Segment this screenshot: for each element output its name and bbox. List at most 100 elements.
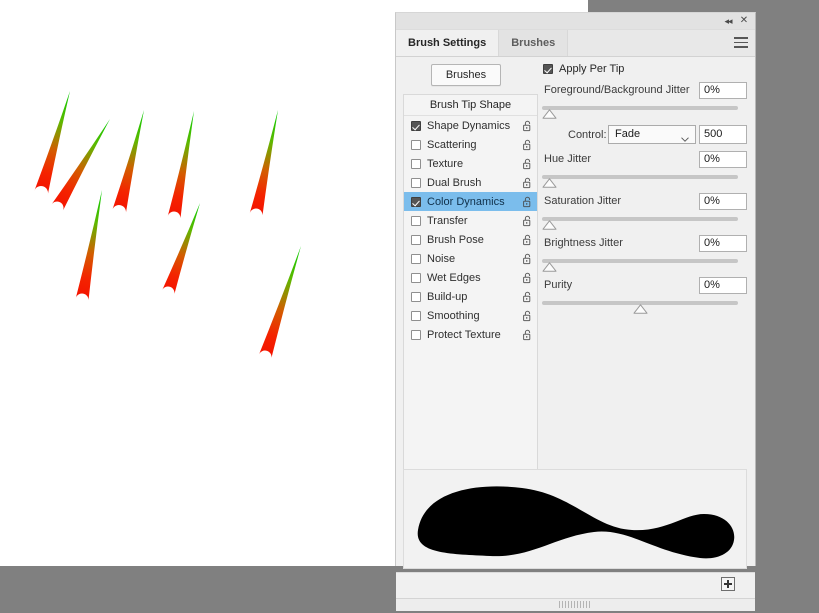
brightness-jitter-value[interactable]: 0% [699,235,747,252]
brush-option-label: Dual Brush [427,176,482,189]
brush-option-checkbox[interactable] [411,177,421,188]
brush-option-label: Build-up [427,290,468,303]
control-fade-amount[interactable]: 500 [699,125,747,144]
brush-option-checkbox[interactable] [411,253,421,264]
brush-option-shape-dynamics[interactable]: Shape Dynamics [404,116,537,135]
brushes-button[interactable]: Brushes [430,64,502,86]
control-label: Control: [568,129,607,141]
brush-option-checkbox[interactable] [411,139,421,150]
unlocked-padlock-icon[interactable] [522,120,533,132]
tapered-stroke-group [34,91,301,360]
panel-tabstrip: Brush Settings Brushes [396,30,755,57]
brush-option-checkbox[interactable] [411,310,421,321]
brush-option-dual-brush[interactable]: Dual Brush [404,173,537,192]
brush-option-brush-pose[interactable]: Brush Pose [404,230,537,249]
brightness-jitter-label: Brightness Jitter [544,237,623,249]
purity-slider[interactable] [542,299,747,315]
panel-body: Brushes Brush Tip Shape Shape Dynamics Sc… [396,56,755,611]
fg-bg-jitter-label: Foreground/Background Jitter [544,84,690,96]
brush-option-label: Wet Edges [427,271,481,284]
brush-option-label: Brush Pose [427,233,484,246]
control-select[interactable]: Fade [608,125,696,144]
brush-option-label: Shape Dynamics [427,119,511,132]
unlocked-padlock-icon[interactable] [522,158,533,170]
brush-option-smoothing[interactable]: Smoothing [404,306,537,325]
brush-option-protect-texture[interactable]: Protect Texture [404,325,537,344]
slider-thumb[interactable] [542,178,557,188]
brush-settings-panel: ◂◂ ✕ Brush Settings Brushes Brushes Brus… [395,12,756,611]
brush-option-checkbox[interactable] [411,329,421,340]
slider-thumb[interactable] [542,262,557,272]
unlocked-padlock-icon[interactable] [522,196,533,208]
brush-option-build-up[interactable]: Build-up [404,287,537,306]
brush-option-checkbox[interactable] [411,291,421,302]
unlocked-padlock-icon[interactable] [522,291,533,303]
brush-option-checkbox[interactable] [411,234,421,245]
hue-jitter-row: Hue Jitter 0% [542,151,747,171]
collapse-double-chevron-icon[interactable]: ◂◂ [721,15,735,27]
fg-bg-jitter-slider[interactable] [542,104,747,120]
unlocked-padlock-icon[interactable] [522,177,533,189]
brush-tip-shape-header[interactable]: Brush Tip Shape [404,95,537,116]
unlocked-padlock-icon[interactable] [522,234,533,246]
brush-stroke [75,190,102,302]
brush-option-checkbox[interactable] [411,158,421,169]
resize-grip-icon[interactable] [558,601,593,608]
apply-per-tip-checkbox[interactable] [543,64,553,74]
slider-track [542,106,738,110]
hamburger-menu-icon[interactable] [734,37,748,48]
preview-stroke [417,486,735,559]
brush-option-wet-edges[interactable]: Wet Edges [404,268,537,287]
brush-option-label: Scattering [427,138,477,151]
brush-option-label: Transfer [427,214,468,227]
apply-per-tip-row[interactable]: Apply Per Tip [542,60,747,78]
control-select-value: Fade [615,128,641,140]
brightness-jitter-slider[interactable] [542,257,747,273]
fg-bg-jitter-value[interactable]: 0% [699,82,747,99]
chevron-down-icon [681,131,689,142]
brush-option-checkbox[interactable] [411,215,421,226]
brush-option-transfer[interactable]: Transfer [404,211,537,230]
brush-option-texture[interactable]: Texture [404,154,537,173]
brush-stroke-preview [403,469,747,569]
brush-option-items: Shape Dynamics Scattering Texture Dual Brus… [404,116,537,344]
saturation-jitter-label: Saturation Jitter [544,195,622,207]
brush-option-label: Texture [427,157,464,170]
slider-thumb[interactable] [633,304,648,314]
brush-option-label: Protect Texture [427,328,501,341]
fg-bg-jitter-row: Foreground/Background Jitter 0% [542,82,747,102]
panel-footer [396,572,755,599]
brushes-button-row: Brushes [396,56,536,94]
brush-option-checkbox[interactable] [411,120,421,131]
saturation-jitter-slider[interactable] [542,215,747,231]
hue-jitter-value[interactable]: 0% [699,151,747,168]
slider-track [542,259,738,263]
unlocked-padlock-icon[interactable] [522,329,533,341]
purity-value[interactable]: 0% [699,277,747,294]
tab-brush-settings-label: Brush Settings [408,37,487,49]
close-x-icon[interactable]: ✕ [737,15,751,27]
brush-option-color-dynamics[interactable]: Color Dynamics [404,192,537,211]
unlocked-padlock-icon[interactable] [522,272,533,284]
brush-stroke [34,91,70,195]
tab-brushes[interactable]: Brushes [499,30,569,56]
unlocked-padlock-icon[interactable] [522,310,533,322]
new-brush-plus-icon[interactable] [721,577,735,591]
brush-option-label: Color Dynamics [427,195,505,208]
slider-thumb[interactable] [542,220,557,230]
brush-option-checkbox[interactable] [411,272,421,283]
saturation-jitter-row: Saturation Jitter 0% [542,193,747,213]
tab-brush-settings[interactable]: Brush Settings [396,30,500,56]
hue-jitter-slider[interactable] [542,173,747,189]
brush-option-noise[interactable]: Noise [404,249,537,268]
slider-track [542,175,738,179]
brush-option-label: Smoothing [427,309,480,322]
unlocked-padlock-icon[interactable] [522,253,533,265]
brush-option-label: Noise [427,252,456,265]
brush-option-scattering[interactable]: Scattering [404,135,537,154]
brush-option-checkbox[interactable] [411,196,421,207]
unlocked-padlock-icon[interactable] [522,139,533,151]
saturation-jitter-value[interactable]: 0% [699,193,747,210]
slider-thumb[interactable] [542,109,557,119]
unlocked-padlock-icon[interactable] [522,215,533,227]
